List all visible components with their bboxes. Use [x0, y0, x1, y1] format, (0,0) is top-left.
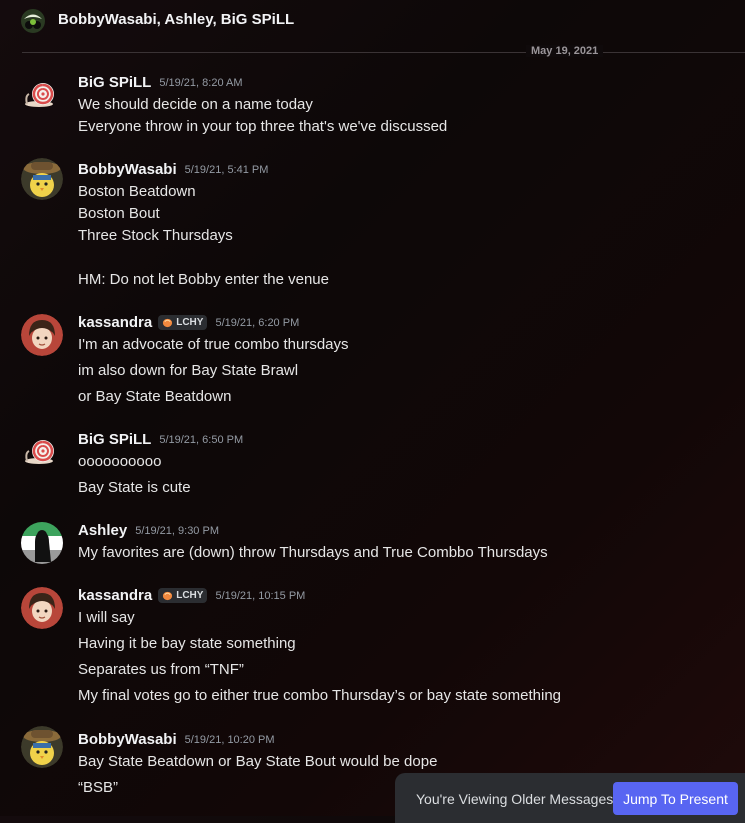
message-header: BiG SPiLL 5/19/21, 6:50 PM — [78, 431, 243, 448]
message-line: Boston Bout — [78, 205, 160, 222]
fruit-icon — [163, 318, 173, 328]
message-line: Bay State is cute — [78, 479, 191, 496]
message-line: oooooooooo — [78, 453, 162, 470]
message-header: kassandra LCHY 5/19/21, 6:20 PM — [78, 314, 299, 331]
message-line: My favorites are (down) throw Thursdays … — [78, 544, 548, 561]
guild-tag-label: LCHY — [176, 317, 204, 328]
timestamp: 5/19/21, 6:20 PM — [215, 316, 300, 329]
message-line: I'm an advocate of true combo thursdays — [78, 336, 349, 353]
message-header: BobbyWasabi 5/19/21, 5:41 PM — [78, 161, 268, 178]
author-name[interactable]: BobbyWasabi — [78, 161, 177, 178]
dark-figure-flag-avatar[interactable] — [21, 522, 63, 564]
message-header: BobbyWasabi 5/19/21, 10:20 PM — [78, 731, 275, 748]
timestamp: 5/19/21, 8:20 AM — [159, 76, 243, 89]
timestamp: 5/19/21, 9:30 PM — [135, 524, 219, 537]
group-dm-icon — [21, 9, 45, 33]
message-line: im also down for Bay State Brawl — [78, 362, 299, 379]
author-name[interactable]: BobbyWasabi — [78, 731, 177, 748]
message-line: Bay State Beatdown or Bay State Bout wou… — [78, 753, 438, 770]
channel-header: BobbyWasabi, Ashley, BiG SPiLL — [0, 0, 745, 42]
message-line: We should decide on a name today — [78, 96, 313, 113]
channel-title: BobbyWasabi, Ashley, BiG SPiLL — [58, 11, 295, 28]
message-line: I will say — [78, 609, 135, 626]
date-divider — [22, 52, 745, 53]
author-name[interactable]: kassandra — [78, 587, 152, 604]
message-header: BiG SPiLL 5/19/21, 8:20 AM — [78, 74, 243, 91]
message-line: Three Stock Thursdays — [78, 227, 233, 244]
message-line: Everyone throw in your top three that's … — [78, 118, 448, 135]
guild-tag[interactable]: LCHY — [158, 588, 208, 603]
timestamp: 5/19/21, 5:41 PM — [184, 163, 269, 176]
guild-tag-label: LCHY — [176, 590, 204, 601]
date-divider-label: May 19, 2021 — [526, 45, 604, 57]
bird-with-hat-avatar[interactable] — [21, 726, 63, 768]
message-line: Separates us from “TNF” — [78, 661, 244, 678]
timestamp: 5/19/21, 10:20 PM — [184, 733, 275, 746]
fruit-icon — [163, 591, 173, 601]
message-line: My final votes go to either true combo T… — [78, 687, 562, 704]
snail-avatar[interactable] — [21, 74, 63, 116]
message-line: Having it be bay state something — [78, 635, 296, 652]
jump-to-present-button[interactable]: Jump To Present — [613, 782, 738, 815]
message-line: HM: Do not let Bobby enter the venue — [78, 271, 329, 288]
message-line: or Bay State Beatdown — [78, 388, 232, 405]
author-name[interactable]: Ashley — [78, 522, 127, 539]
message-line: “BSB” — [78, 779, 119, 796]
timestamp: 5/19/21, 10:15 PM — [215, 589, 306, 602]
snail-avatar[interactable] — [21, 431, 63, 473]
message-line: Boston Beatdown — [78, 183, 196, 200]
guild-tag[interactable]: LCHY — [158, 315, 208, 330]
message-header: Ashley 5/19/21, 9:30 PM — [78, 522, 219, 539]
author-name[interactable]: BiG SPiLL — [78, 74, 151, 91]
anime-character-avatar[interactable] — [21, 314, 63, 356]
older-messages-text: You're Viewing Older Messages — [416, 791, 614, 807]
anime-character-avatar[interactable] — [21, 587, 63, 629]
message-header: kassandra LCHY 5/19/21, 10:15 PM — [78, 587, 305, 604]
author-name[interactable]: BiG SPiLL — [78, 431, 151, 448]
timestamp: 5/19/21, 6:50 PM — [159, 433, 244, 446]
bird-with-hat-avatar[interactable] — [21, 158, 63, 200]
author-name[interactable]: kassandra — [78, 314, 152, 331]
